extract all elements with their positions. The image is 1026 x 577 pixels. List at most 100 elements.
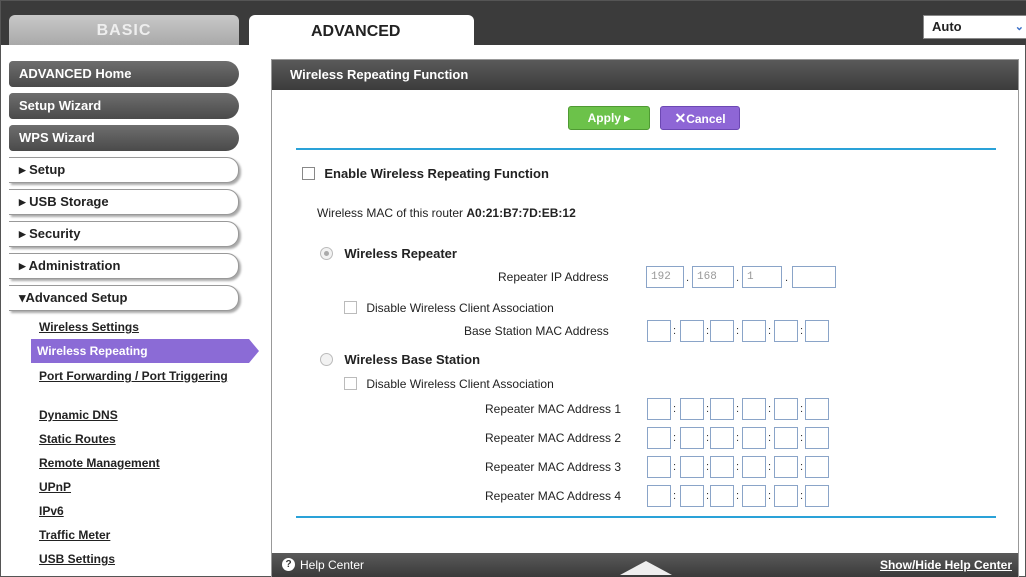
mac-separator: : [800, 490, 804, 502]
repeater-mac-3-octet-2[interactable] [680, 456, 704, 478]
show-hide-help-link[interactable]: Show/Hide Help Center [880, 553, 1012, 577]
sidebar-item-wps-wizard[interactable]: WPS Wizard [9, 125, 239, 151]
sidebar-link-upnp[interactable]: UPnP [9, 475, 239, 499]
sidebar-section-advanced-setup[interactable]: ▾Advanced Setup [9, 285, 239, 311]
mac-separator: : [673, 461, 677, 473]
cancel-label: Cancel [686, 112, 726, 126]
repeater-mac-4-octet-2[interactable] [680, 485, 704, 507]
repeater-ip-octet-3[interactable]: 1 [742, 266, 782, 288]
sidebar-item-advanced-home[interactable]: ADVANCED Home [9, 61, 239, 87]
mac-separator: : [800, 461, 804, 473]
repeater-mac-1-octet-2[interactable] [680, 398, 704, 420]
base-station-mac-octet-6[interactable] [805, 320, 829, 342]
router-mac-row: Wireless MAC of this router A0:21:B7:7D:… [317, 206, 576, 220]
mac-separator: : [706, 432, 710, 444]
ip-separator: . [785, 272, 789, 284]
repeater-mac-2-octet-2[interactable] [680, 427, 704, 449]
mac-separator: : [736, 325, 740, 337]
base-station-mac-octet-3[interactable] [710, 320, 734, 342]
repeater-disable-assoc-checkbox[interactable] [344, 301, 357, 315]
repeater-ip-octet-4[interactable] [792, 266, 836, 288]
language-select[interactable]: Auto ⌄ [923, 15, 1026, 39]
repeater-mac-2-octet-3[interactable] [710, 427, 734, 449]
repeater-mac-label-3: Repeater MAC Address 3 [485, 460, 622, 474]
wireless-repeating-panel: Wireless Repeating Function Apply ▸ ✕Can… [271, 59, 1019, 577]
mac-separator: : [768, 461, 772, 473]
repeater-mac-3-octet-4[interactable] [742, 456, 766, 478]
apply-button[interactable]: Apply ▸ [568, 106, 650, 130]
repeater-ip-octet-2[interactable]: 168 [692, 266, 734, 288]
repeater-mac-1-octet-5[interactable] [774, 398, 798, 420]
sidebar-link-ipv6[interactable]: IPv6 [9, 499, 239, 523]
repeater-mac-1-octet-1[interactable] [647, 398, 671, 420]
sidebar-link-static-routes[interactable]: Static Routes [9, 427, 239, 451]
sidebar-section-security[interactable]: ▸ Security [9, 221, 239, 247]
cancel-button[interactable]: ✕Cancel [660, 106, 740, 130]
sidebar-section-usb-storage[interactable]: ▸ USB Storage [9, 189, 239, 215]
sidebar-link-usb-settings[interactable]: USB Settings [9, 547, 239, 571]
panel-title: Wireless Repeating Function [272, 60, 1018, 90]
repeater-mac-3-octet-3[interactable] [710, 456, 734, 478]
help-icon[interactable]: ? [282, 558, 295, 571]
mac-separator: : [706, 325, 710, 337]
repeater-mac-label-1: Repeater MAC Address 1 [485, 402, 622, 416]
repeater-ip-label: Repeater IP Address [498, 270, 609, 284]
repeater-mac-label-4: Repeater MAC Address 4 [485, 489, 622, 503]
mac-separator: : [706, 490, 710, 502]
base-station-mac-octet-2[interactable] [680, 320, 704, 342]
sidebar-section-administration[interactable]: ▸ Administration [9, 253, 239, 279]
repeater-mac-1-octet-6[interactable] [805, 398, 829, 420]
wireless-repeater-radio[interactable] [320, 247, 333, 261]
base-station-mac-octet-4[interactable] [742, 320, 766, 342]
repeater-mac-4-octet-5[interactable] [774, 485, 798, 507]
router-admin-window: BASIC ADVANCED Auto ⌄ ADVANCED Home Setu… [0, 0, 1026, 577]
repeater-mac-3-octet-6[interactable] [805, 456, 829, 478]
repeater-mac-1-octet-3[interactable] [710, 398, 734, 420]
repeater-ip-octet-1[interactable]: 192 [646, 266, 684, 288]
chevron-down-icon: ⌄ [1014, 21, 1024, 33]
enable-repeating-checkbox[interactable] [302, 167, 315, 181]
repeater-mac-2-octet-1[interactable] [647, 427, 671, 449]
sidebar-item-setup-wizard[interactable]: Setup Wizard [9, 93, 239, 119]
sidebar-link-remote-management[interactable]: Remote Management [9, 451, 239, 475]
expand-arrow-icon[interactable] [620, 561, 672, 575]
mac-separator: : [673, 432, 677, 444]
repeater-mac-3-octet-5[interactable] [774, 456, 798, 478]
sidebar-link-dynamic-dns[interactable]: Dynamic DNS [9, 403, 239, 427]
repeater-mac-2-octet-5[interactable] [774, 427, 798, 449]
repeater-mac-4-octet-6[interactable] [805, 485, 829, 507]
mac-separator: : [800, 403, 804, 415]
repeater-mac-2-octet-4[interactable] [742, 427, 766, 449]
advanced-setup-sublinks: Wireless Settings Wireless Repeating Por… [9, 315, 259, 571]
base-station-mac-octet-1[interactable] [647, 320, 671, 342]
base-disable-assoc-row: Disable Wireless Client Association [344, 376, 554, 391]
repeater-mac-1-octet-4[interactable] [742, 398, 766, 420]
repeater-mac-4-octet-3[interactable] [710, 485, 734, 507]
wireless-base-station-radio[interactable] [320, 353, 333, 367]
sidebar-section-setup[interactable]: ▸ Setup [9, 157, 239, 183]
enable-repeating-row: Enable Wireless Repeating Function [302, 166, 549, 181]
help-center-label: Help Center [300, 558, 365, 572]
top-tab-bar: BASIC ADVANCED Auto ⌄ [1, 1, 1026, 45]
section-divider [296, 148, 996, 150]
sidebar-link-traffic-meter[interactable]: Traffic Meter [9, 523, 239, 547]
tab-basic[interactable]: BASIC [9, 15, 239, 45]
repeater-mac-4-octet-4[interactable] [742, 485, 766, 507]
mac-separator: : [673, 325, 677, 337]
tab-advanced[interactable]: ADVANCED [249, 15, 474, 45]
repeater-mac-3-octet-1[interactable] [647, 456, 671, 478]
mac-separator: : [736, 432, 740, 444]
mac-separator: : [706, 403, 710, 415]
sidebar-link-wireless-settings[interactable]: Wireless Settings [9, 315, 239, 339]
router-mac-value: A0:21:B7:7D:EB:12 [466, 206, 576, 220]
repeater-mac-4-octet-1[interactable] [647, 485, 671, 507]
base-disable-assoc-checkbox[interactable] [344, 377, 357, 391]
wireless-base-station-label: Wireless Base Station [344, 352, 481, 368]
repeater-disable-assoc-row: Disable Wireless Client Association [344, 300, 554, 315]
sidebar-link-port-forwarding[interactable]: Port Forwarding / Port Triggering [9, 363, 239, 403]
base-station-mac-octet-5[interactable] [774, 320, 798, 342]
sidebar-link-wireless-repeating[interactable]: Wireless Repeating [31, 339, 259, 363]
repeater-mac-2-octet-6[interactable] [805, 427, 829, 449]
mac-separator: : [768, 403, 772, 415]
ip-separator: . [736, 272, 740, 284]
